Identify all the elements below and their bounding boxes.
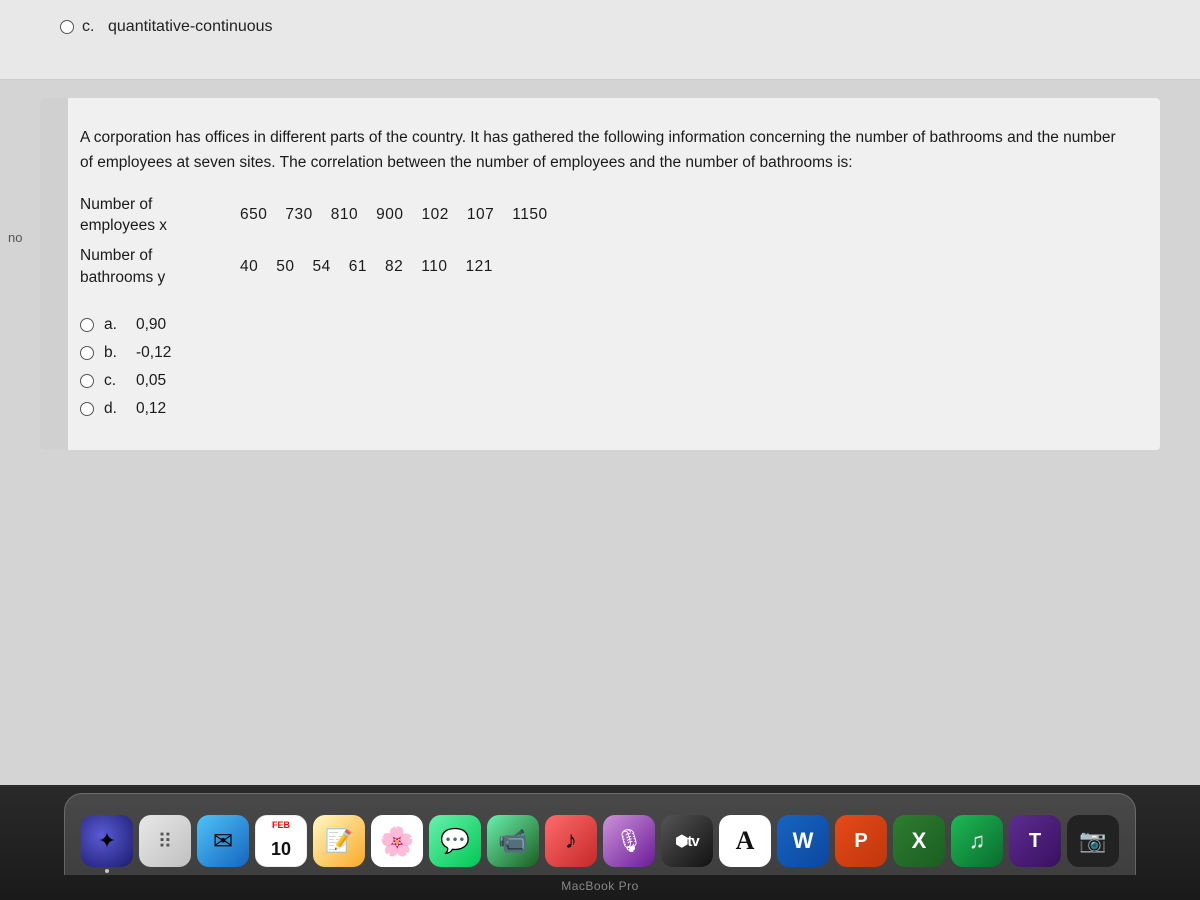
dock-item-notes[interactable]: 📝 — [313, 815, 365, 867]
calendar-day: 10 — [271, 839, 291, 860]
dock-item-calendar[interactable]: FEB 10 — [255, 815, 307, 867]
dock-item-camera[interactable]: 📷 — [1067, 815, 1119, 867]
option-c-row: c. quantitative-continuous — [60, 18, 1140, 36]
opt-c-letter: c. — [104, 372, 126, 390]
opt-c-value: 0,05 — [136, 372, 166, 390]
dock-item-spotify[interactable]: ♫ — [951, 815, 1003, 867]
dock-item-excel[interactable]: X — [893, 815, 945, 867]
sidebar-no-label: no — [8, 230, 22, 245]
emp-val-7: 1150 — [512, 206, 547, 224]
radio-b[interactable] — [80, 346, 94, 360]
calendar-month: FEB — [272, 820, 290, 830]
opt-b-letter: b. — [104, 344, 126, 362]
dock-item-powerpoint[interactable]: P — [835, 815, 887, 867]
dock-item-facetime[interactable]: 📹 — [487, 815, 539, 867]
dock-item-podcasts[interactable]: 🎙 — [603, 815, 655, 867]
option-row-a: a. 0,90 — [80, 316, 1120, 334]
employees-label: Number of employees x — [80, 194, 240, 237]
dock-item-siri[interactable]: ✦ — [81, 815, 133, 867]
option-c-text: quantitative-continuous — [108, 18, 273, 36]
bath-val-1: 40 — [240, 258, 258, 276]
emp-val-2: 730 — [285, 206, 312, 224]
question-body: A corporation has offices in different p… — [80, 126, 1120, 176]
dock-item-word[interactable]: W — [777, 815, 829, 867]
emp-val-4: 900 — [376, 206, 403, 224]
option-c-letter: c. — [82, 18, 100, 36]
dock-item-font[interactable]: A — [719, 815, 771, 867]
answer-options: a. 0,90 b. -0,12 c. 0,05 d. 0,12 — [80, 316, 1120, 418]
radio-c-ans[interactable] — [80, 374, 94, 388]
dock-container: ✦ ⠿ ✉ FEB 10 📝 🌸 — [0, 785, 1200, 900]
radio-a[interactable] — [80, 318, 94, 332]
emp-val-6: 107 — [467, 206, 494, 224]
bathrooms-label: Number of bathrooms y — [80, 245, 240, 288]
employees-row: Number of employees x 650 730 810 900 10… — [80, 194, 1120, 237]
bath-val-6: 110 — [421, 258, 447, 276]
opt-d-value: 0,12 — [136, 400, 166, 418]
left-bar-indicator — [40, 98, 68, 450]
bathrooms-row: Number of bathrooms y 40 50 54 61 82 110… — [80, 245, 1120, 288]
top-section: c. quantitative-continuous — [0, 0, 1200, 80]
opt-d-letter: d. — [104, 400, 126, 418]
opt-a-letter: a. — [104, 316, 126, 334]
emp-val-1: 650 — [240, 206, 267, 224]
screen: no c. quantitative-continuous A corporat… — [0, 0, 1200, 900]
employees-values: 650 730 810 900 102 107 1150 — [240, 206, 548, 224]
dock-item-mail[interactable]: ✉ — [197, 815, 249, 867]
radio-c[interactable] — [60, 20, 74, 34]
opt-a-value: 0,90 — [136, 316, 166, 334]
bath-val-2: 50 — [276, 258, 294, 276]
emp-val-5: 102 — [422, 206, 449, 224]
radio-d[interactable] — [80, 402, 94, 416]
emp-val-3: 810 — [331, 206, 358, 224]
dock-item-tv[interactable]: ⬢tv — [661, 815, 713, 867]
dock-item-launchpad[interactable]: ⠿ — [139, 815, 191, 867]
dock: ✦ ⠿ ✉ FEB 10 📝 🌸 — [64, 793, 1136, 875]
opt-b-value: -0,12 — [136, 344, 171, 362]
bath-val-3: 54 — [313, 258, 331, 276]
dock-item-messages[interactable]: 💬 — [429, 815, 481, 867]
macbook-label: MacBook Pro — [561, 879, 639, 893]
bathrooms-values: 40 50 54 61 82 110 121 — [240, 258, 493, 276]
photos-icon: 🌸 — [380, 825, 415, 858]
option-row-b: b. -0,12 — [80, 344, 1120, 362]
option-row-c: c. 0,05 — [80, 372, 1120, 390]
bath-val-7: 121 — [465, 258, 492, 276]
bath-val-4: 61 — [349, 258, 367, 276]
dock-item-music[interactable]: ♪ — [545, 815, 597, 867]
data-table: Number of employees x 650 730 810 900 10… — [80, 194, 1120, 289]
dock-item-photos[interactable]: 🌸 — [371, 815, 423, 867]
bath-val-5: 82 — [385, 258, 403, 276]
question-card: A corporation has offices in different p… — [40, 98, 1160, 450]
option-row-d: d. 0,12 — [80, 400, 1120, 418]
dock-item-teams[interactable]: T — [1009, 815, 1061, 867]
